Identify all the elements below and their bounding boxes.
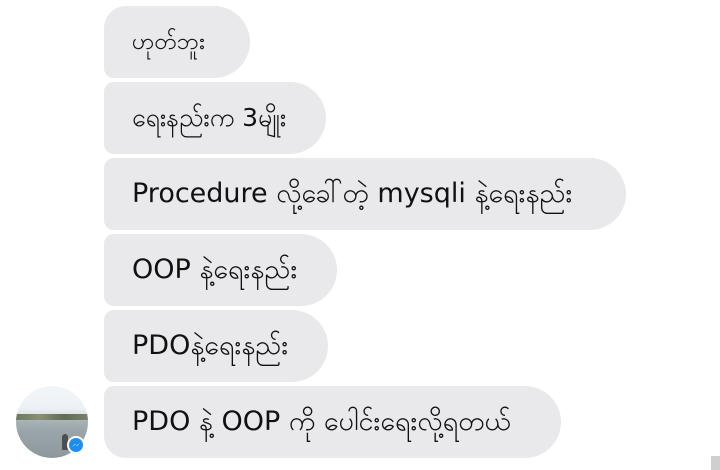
message-bubble[interactable]: OOP နဲ့ရေးနည်း	[104, 234, 337, 306]
message-thread: ဟုတ်ဘူး ရေးနည်းက 3မျိုး Procedure လို့ခေ…	[0, 0, 720, 470]
message-bubble[interactable]: Procedure လို့ခေါ်တဲ့ mysqli နဲ့ရေးနည်း	[104, 158, 626, 230]
message-bubble[interactable]: PDO နဲ့ OOP ကို ပေါင်းရေးလို့ရတယ်	[104, 386, 561, 458]
message-bubble[interactable]: ဟုတ်ဘူး	[104, 6, 250, 78]
avatar-shoreline	[16, 414, 88, 420]
message-bubble[interactable]: ရေးနည်းက 3မျိုး	[104, 82, 326, 154]
message-bubble[interactable]: PDOနဲ့ရေးနည်း	[104, 310, 328, 382]
scrollbar-edge	[711, 456, 720, 470]
messenger-icon	[67, 436, 85, 454]
